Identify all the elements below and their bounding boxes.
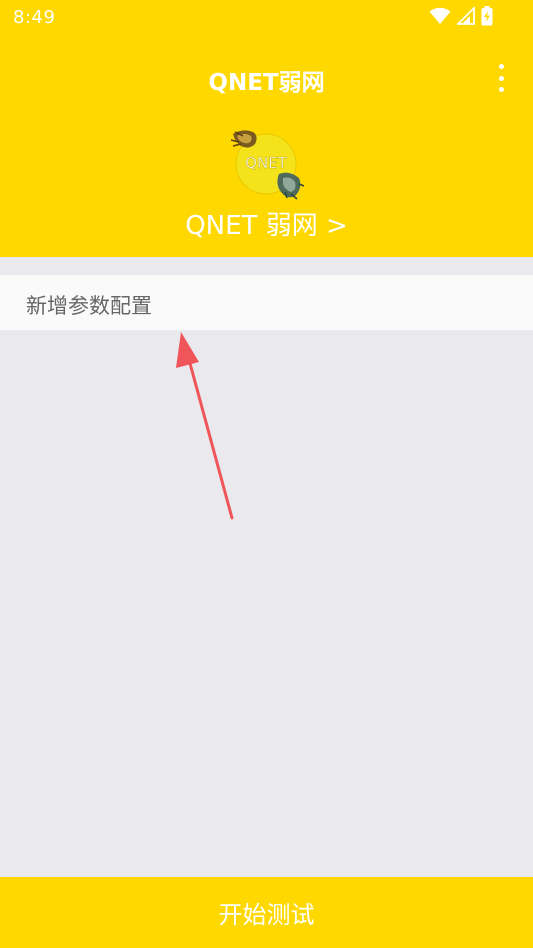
app-screen: 8:49 QNET弱网 QNET QNET 弱网 > 新增参数配置 开始测试 [0,0,533,948]
status-bar: 8:49 [0,0,533,36]
list-item-add-config[interactable]: 新增参数配置 [0,275,533,330]
battery-charging-icon [481,6,493,30]
more-vert-icon[interactable] [495,64,507,92]
logo-text: QNET [245,154,288,172]
status-icons [429,5,493,30]
app-logo[interactable]: QNET [229,128,305,200]
start-test-button-label: 开始测试 [218,901,315,929]
header: 8:49 QNET弱网 QNET QNET 弱网 > [0,0,533,257]
list-item-label: 新增参数配置 [26,294,152,318]
profile-name-link[interactable]: QNET 弱网 > [0,205,533,242]
wifi-icon [429,7,451,29]
app-bar-title: QNET弱网 [208,70,325,96]
signal-icon [455,5,475,29]
status-time: 8:49 [13,7,56,28]
annotation-arrow [176,332,234,520]
start-test-button[interactable]: 开始测试 [0,877,533,948]
